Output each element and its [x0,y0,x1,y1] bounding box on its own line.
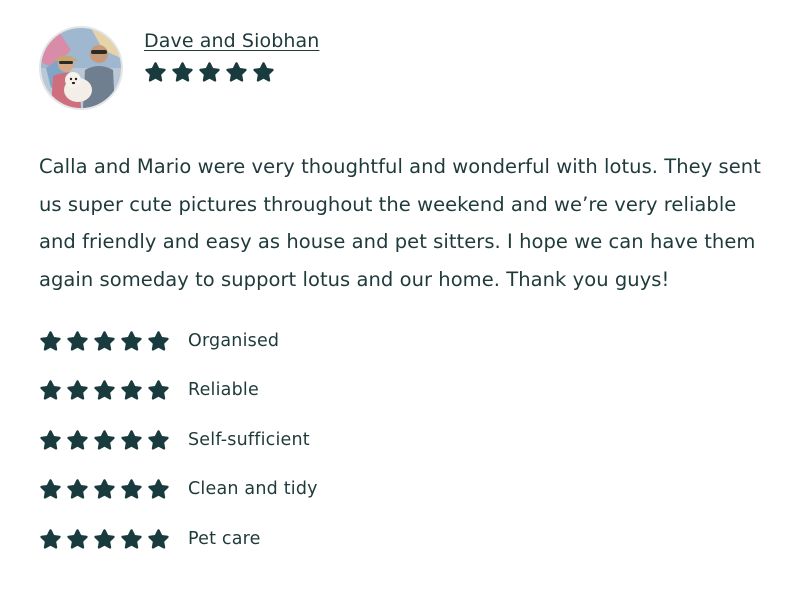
author-block: Dave and Siobhan [144,30,319,83]
star-icon [252,61,275,83]
star-icon [147,429,170,451]
rating-stars [39,379,188,401]
rating-label: Reliable [188,380,259,401]
star-icon [147,379,170,401]
star-icon [66,478,89,500]
star-icon [198,61,221,83]
overall-rating-stars [144,61,319,83]
star-icon [147,528,170,550]
star-icon [147,478,170,500]
star-icon [66,330,89,352]
star-icon [39,379,62,401]
rating-row-pet-care: Pet care [39,514,769,564]
star-icon [93,379,116,401]
star-icon [93,330,116,352]
rating-label: Pet care [188,528,261,549]
avatar[interactable] [39,26,123,110]
star-icon [225,61,248,83]
star-icon [120,528,143,550]
rating-label: Organised [188,330,280,351]
star-icon [93,528,116,550]
star-icon [39,478,62,500]
author-name-link[interactable]: Dave and Siobhan [144,30,319,52]
star-icon [120,330,143,352]
rating-stars [39,429,188,451]
star-icon [144,61,167,83]
category-ratings: Organised Reliable Self-sufficient Clean an… [39,316,769,564]
avatar-photo [41,28,121,108]
rating-stars [39,330,188,352]
rating-row-reliable: Reliable [39,366,769,416]
star-icon [39,528,62,550]
rating-label: Clean and tidy [188,479,318,500]
review-card: Dave and Siobhan Calla and Mario were ve… [39,26,769,564]
rating-row-self-sufficient: Self-sufficient [39,415,769,465]
star-icon [120,478,143,500]
star-icon [120,429,143,451]
review-text: Calla and Mario were very thoughtful and… [39,155,768,291]
rating-stars [39,478,188,500]
rating-row-clean-and-tidy: Clean and tidy [39,465,769,515]
star-icon [66,429,89,451]
review-header: Dave and Siobhan [39,26,769,110]
star-icon [93,429,116,451]
rating-row-organised: Organised [39,316,769,366]
rating-label: Self-sufficient [188,429,310,450]
star-icon [147,330,170,352]
star-icon [66,528,89,550]
star-icon [66,379,89,401]
star-icon [93,478,116,500]
star-icon [171,61,194,83]
star-icon [39,330,62,352]
star-icon [120,379,143,401]
star-icon [39,429,62,451]
rating-stars [39,528,188,550]
